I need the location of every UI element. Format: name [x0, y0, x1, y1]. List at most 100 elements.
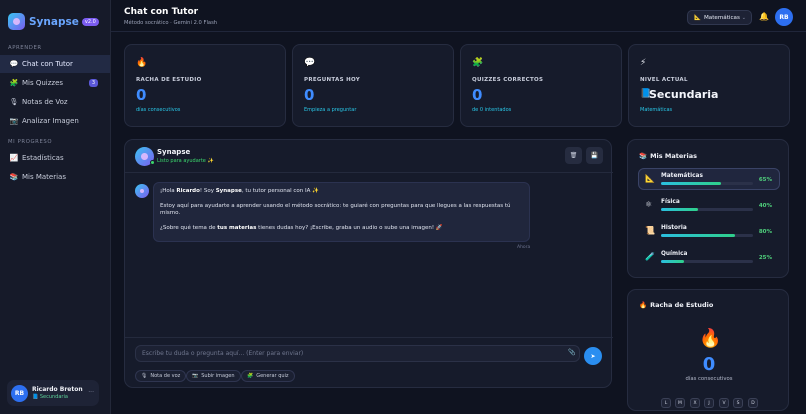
sidebar-item-voice-notes[interactable]: 🎙 Notas de Voz — [0, 93, 110, 111]
stat-label: PREGUNTAS HOY — [304, 77, 361, 83]
sidebar-item-subjects[interactable]: 📚 Mis Materias — [0, 168, 110, 186]
stat-value: 0 — [136, 86, 147, 104]
page-subtitle: Método socrático · Gemini 2.0 Flash — [124, 20, 218, 26]
stat-foot: de 0 intentados — [472, 107, 512, 113]
page-title: Chat con Tutor — [124, 7, 199, 17]
subject-select-value: Matemáticas — [703, 14, 740, 21]
stat-card-level: ⚡ NIVEL ACTUAL 📘 Secundaria Matemáticas — [628, 44, 790, 127]
flame-icon: 🔥 — [699, 328, 722, 349]
sidebar-item-label: Mis Materias — [22, 173, 66, 181]
bolt-icon: ⚡ — [640, 58, 647, 68]
sidebar-item-chat[interactable]: 💬 Chat con Tutor — [0, 55, 110, 73]
subject-name: Matemáticas — [661, 173, 703, 179]
books-icon: 📚 — [9, 173, 19, 181]
chart-icon: 📈 — [9, 154, 19, 162]
image-icon: 📷 — [9, 117, 19, 125]
save-icon: 💾 — [590, 152, 599, 159]
bot-name: Synapse — [157, 148, 191, 156]
input-divider — [125, 337, 613, 338]
fire-icon: 🔥 — [639, 301, 648, 309]
scroll-icon: 📜 — [645, 226, 655, 235]
avatar: RB — [11, 384, 28, 402]
message-avatar-icon — [135, 184, 149, 198]
fire-icon: 🔥 — [136, 58, 148, 68]
progress-track — [661, 208, 753, 211]
subject-item-math[interactable]: 📐 Matemáticas 65% — [638, 168, 780, 190]
user-card[interactable]: RB Ricardo Breton 📘 Secundaria ··· — [7, 380, 99, 406]
header-divider — [111, 31, 806, 32]
save-chat-button[interactable]: 💾 — [586, 147, 603, 164]
message-paragraph: ¿Sobre qué tema de tus materias tienes d… — [160, 225, 443, 231]
subject-name: Química — [661, 251, 688, 257]
ruler-icon: 📐 — [645, 174, 655, 183]
bot-message: ¡Hola Ricardo! Soy Synapse, tu tutor per… — [153, 182, 530, 242]
attach-icon[interactable]: 📎 — [568, 349, 575, 356]
version-badge: v2.0 — [81, 17, 99, 26]
online-status-dot — [150, 160, 155, 165]
books-icon: 📚 — [639, 152, 648, 160]
voice-note-label: Nota de voz — [150, 373, 181, 379]
generate-quiz-label: Generar quiz — [256, 373, 289, 379]
puzzle-icon: 🧩 — [247, 373, 254, 379]
sidebar-item-analyze-image[interactable]: 📷 Analizar Imagen — [0, 112, 110, 130]
subject-percent: 65% — [758, 177, 772, 183]
generate-quiz-button[interactable]: 🧩 Generar quiz — [241, 370, 295, 382]
stat-foot: Matemáticas — [640, 107, 673, 113]
more-icon[interactable]: ··· — [88, 389, 94, 396]
upload-image-button[interactable]: 📷 Subir imagen — [186, 370, 241, 382]
stat-foot: Empieza a preguntar — [304, 107, 357, 113]
stat-value: Secundaria — [649, 88, 719, 101]
sidebar-item-label: Notas de Voz — [22, 98, 68, 106]
subject-percent: 25% — [758, 255, 772, 261]
progress-fill — [661, 234, 735, 237]
progress-track — [661, 260, 753, 263]
stat-label: RACHA DE ESTUDIO — [136, 77, 202, 83]
progress-fill — [661, 208, 698, 211]
message-paragraph: Estoy aquí para ayudarte a aprender usan… — [160, 203, 511, 216]
send-button[interactable]: ➤ — [584, 347, 602, 365]
sidebar-item-statistics[interactable]: 📈 Estadísticas — [0, 149, 110, 167]
day-box: S — [733, 398, 743, 408]
speech-icon: 💬 — [304, 58, 316, 68]
chat-divider — [125, 172, 613, 173]
sidebar: Synapse v2.0 APRENDER 💬 Chat con Tutor 🧩… — [0, 0, 111, 414]
day-box: L — [661, 398, 671, 408]
bot-status: Listo para ayudarte ✨ — [157, 158, 214, 164]
sidebar-item-quizzes[interactable]: 🧩 Mis Quizzes 3 — [0, 74, 110, 92]
day-box: V — [719, 398, 729, 408]
app-logo[interactable]: Synapse v2.0 — [8, 13, 99, 30]
chat-input[interactable] — [135, 345, 580, 362]
quiz-count-badge: 3 — [88, 79, 98, 87]
stat-card-quizzes: 🧩 QUIZZES CORRECTOS 0 de 0 intentados — [460, 44, 622, 127]
trash-icon: 🗑 — [569, 152, 578, 159]
subject-item-physics[interactable]: ⚛ Física 40% — [638, 194, 780, 216]
subject-select[interactable]: 📐 Matemáticas ⌄ — [687, 10, 752, 25]
header-avatar[interactable]: RB — [775, 8, 793, 26]
sidebar-item-label: Chat con Tutor — [22, 60, 73, 68]
subject-item-chemistry[interactable]: 🧪 Química 25% — [638, 246, 780, 268]
stat-foot: días consecutivos — [136, 107, 181, 113]
subject-item-history[interactable]: 📜 Historia 80% — [638, 220, 780, 242]
stat-label: QUIZZES CORRECTOS — [472, 77, 544, 83]
stat-card-streak: 🔥 RACHA DE ESTUDIO 0 días consecutivos — [124, 44, 286, 127]
user-level: 📘 Secundaria — [32, 394, 68, 400]
upload-image-label: Subir imagen — [201, 373, 235, 379]
subject-percent: 40% — [758, 203, 772, 209]
chat-icon: 💬 — [9, 60, 19, 68]
stat-value: 0 — [472, 86, 483, 104]
sidebar-item-label: Analizar Imagen — [22, 117, 79, 125]
logo-icon — [8, 13, 25, 30]
streak-panel: 🔥 Racha de Estudio 🔥 0 días consecutivos … — [627, 289, 789, 411]
progress-fill — [661, 182, 721, 185]
subject-name: Física — [661, 199, 680, 205]
voice-note-button[interactable]: 🎙 Nota de voz — [135, 370, 187, 382]
day-box: D — [748, 398, 758, 408]
streak-value: 0 — [702, 354, 716, 375]
message-paragraph: ¡Hola Ricardo! Soy Synapse, tu tutor per… — [160, 188, 319, 194]
user-name: Ricardo Breton — [32, 386, 83, 393]
clear-chat-button[interactable]: 🗑 — [565, 147, 582, 164]
bell-icon[interactable]: 🔔 — [759, 12, 769, 21]
progress-track — [661, 182, 753, 185]
progress-fill — [661, 260, 684, 263]
image-icon: 📷 — [192, 373, 199, 379]
